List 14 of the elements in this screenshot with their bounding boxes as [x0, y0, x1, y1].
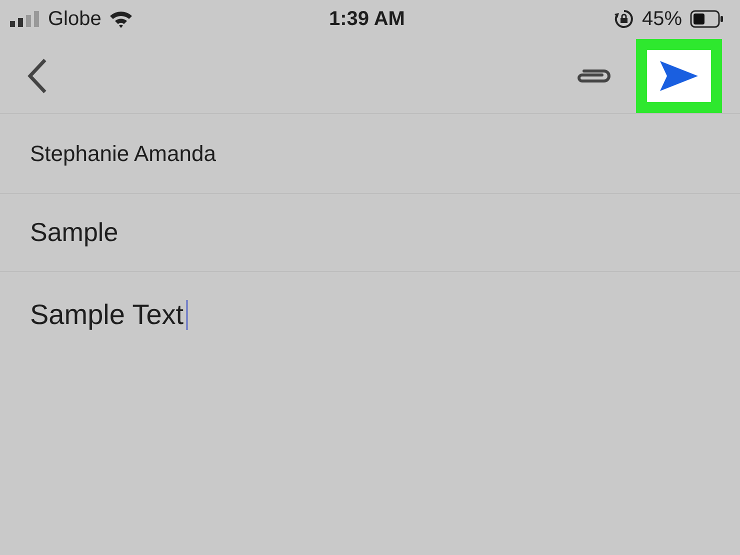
rotation-lock-icon [614, 9, 634, 29]
carrier-name: Globe [48, 8, 102, 30]
wifi-icon [109, 10, 134, 28]
battery-icon [690, 10, 724, 28]
battery-percentage: 45% [642, 8, 682, 30]
back-button[interactable] [26, 58, 48, 94]
clock-time: 1:39 AM [329, 8, 405, 30]
body-field[interactable]: Sample Text [30, 299, 188, 331]
send-icon [658, 58, 700, 92]
recipient-field[interactable]: Stephanie Amanda [30, 140, 216, 166]
subject-field[interactable]: Sample [30, 217, 118, 248]
send-button[interactable] [636, 38, 722, 112]
signal-icon [10, 11, 40, 27]
back-icon [26, 58, 48, 94]
